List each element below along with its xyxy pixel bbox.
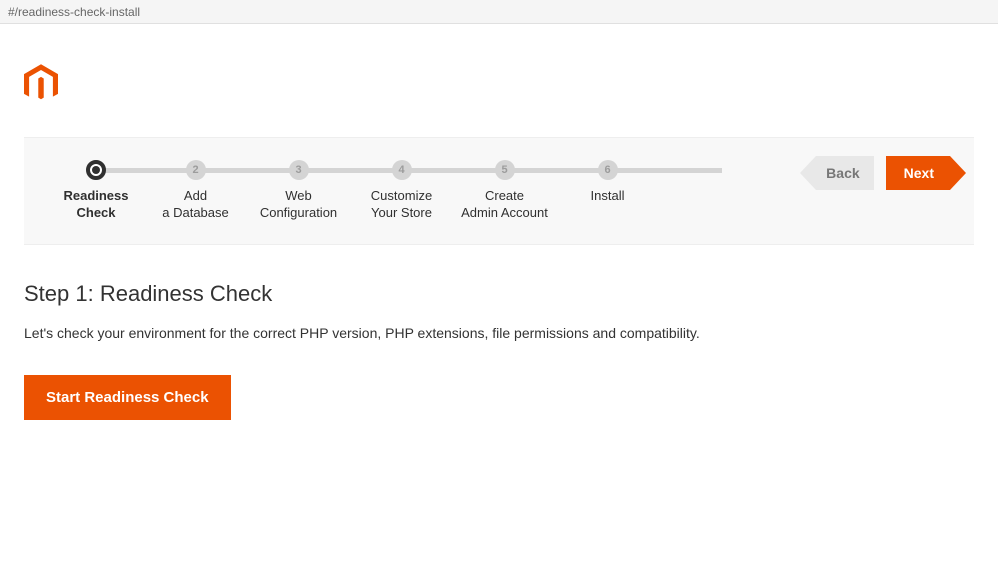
step-label: CustomizeYour Store (350, 188, 453, 222)
next-button[interactable]: Next (886, 156, 950, 190)
step-label: Install (556, 188, 659, 205)
step-dot-current (86, 160, 106, 180)
page: ReadinessCheck 2 Adda Database 3 WebConf… (0, 24, 998, 444)
wizard-step-1[interactable]: ReadinessCheck (48, 160, 144, 222)
url-bar: #/readiness-check-install (0, 0, 998, 24)
magento-logo-icon (24, 64, 58, 104)
page-title: Step 1: Readiness Check (24, 281, 974, 307)
wizard-steps: ReadinessCheck 2 Adda Database 3 WebConf… (48, 160, 800, 222)
wizard-step-2[interactable]: 2 Adda Database (144, 160, 247, 222)
wizard-step-3[interactable]: 3 WebConfiguration (247, 160, 350, 222)
wizard-step-4[interactable]: 4 CustomizeYour Store (350, 160, 453, 222)
step-label: ReadinessCheck (48, 188, 144, 222)
step-dot: 6 (598, 160, 618, 180)
url-fragment-text: #/readiness-check-install (8, 5, 140, 19)
step-label: CreateAdmin Account (453, 188, 556, 222)
wizard-step-5[interactable]: 5 CreateAdmin Account (453, 160, 556, 222)
start-readiness-check-button[interactable]: Start Readiness Check (24, 375, 231, 420)
step-label: WebConfiguration (247, 188, 350, 222)
back-button[interactable]: Back (816, 156, 873, 190)
step-label: Adda Database (144, 188, 247, 222)
wizard-step-6[interactable]: 6 Install (556, 160, 659, 205)
step-dot: 2 (186, 160, 206, 180)
page-description: Let's check your environment for the cor… (24, 325, 974, 341)
wizard-nav: Back Next (800, 156, 950, 190)
magento-logo (24, 64, 974, 109)
step-dot: 3 (289, 160, 309, 180)
step-dot: 5 (495, 160, 515, 180)
wizard-bar: ReadinessCheck 2 Adda Database 3 WebConf… (24, 137, 974, 245)
step-dot: 4 (392, 160, 412, 180)
